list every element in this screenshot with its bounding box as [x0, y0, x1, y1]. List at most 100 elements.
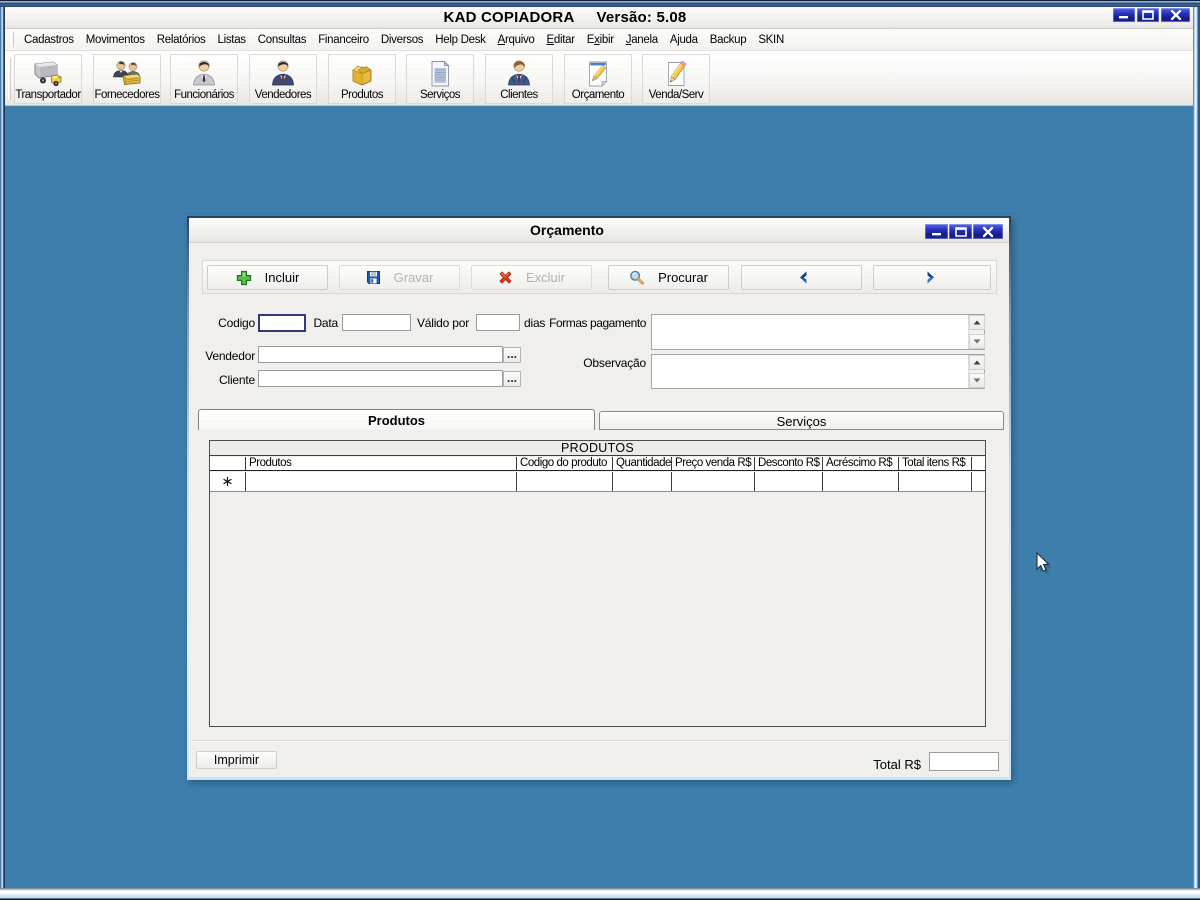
menu-listas[interactable]: Listas [212, 30, 252, 50]
imprimir-button[interactable]: Imprimir [196, 751, 277, 769]
box-icon [352, 65, 372, 86]
menu-ajuda[interactable]: Ajuda [664, 30, 704, 50]
action-panel: Incluir Gravar Excluir Procurar [202, 260, 997, 294]
procurar-label: Procurar [658, 270, 708, 285]
grid-new-row[interactable] [210, 472, 985, 492]
scroll-up-button[interactable] [969, 355, 985, 370]
grid-cell[interactable] [823, 472, 899, 491]
menu-skin[interactable]: SKIN [752, 30, 790, 50]
menu-relatorios[interactable]: Relatórios [151, 30, 212, 50]
new-record-marker [210, 472, 246, 491]
delete-x-icon [499, 271, 512, 284]
save-icon [366, 271, 380, 284]
plus-icon [236, 270, 251, 285]
menu-bar: Cadastros Movimentos Relatórios Listas C… [5, 29, 1193, 51]
grid-header-total-itens[interactable]: Total itens R$ [899, 457, 972, 470]
grid-header-filler [972, 457, 985, 470]
grid-header-acrescimo[interactable]: Acréscimo R$ [823, 457, 899, 470]
observacao-scrollbar [968, 355, 985, 388]
grid-cell[interactable] [672, 472, 755, 491]
menu-janela[interactable]: Janela [620, 30, 664, 50]
orcamento-title: Orçamento [530, 222, 604, 238]
grid-header-quantidade[interactable]: Quantidade [613, 457, 672, 470]
grid-cell[interactable] [246, 472, 517, 491]
window-frame-top [0, 0, 1200, 7]
tab-servicos[interactable]: Serviços [599, 411, 1004, 430]
suppliers-icon [113, 61, 141, 85]
tab-produtos[interactable]: Produtos [198, 409, 595, 430]
menu-exibir[interactable]: Exibir [581, 30, 620, 50]
arrow-right-icon [927, 271, 934, 284]
data-input[interactable] [342, 314, 411, 331]
asterisk-icon [223, 476, 232, 487]
scroll-down-icon [973, 378, 981, 383]
codigo-label: Codigo [218, 316, 255, 330]
menu-help-desk[interactable]: Help Desk [429, 30, 491, 50]
footer-divider [191, 740, 1007, 742]
menu-financeiro[interactable]: Financeiro [312, 30, 375, 50]
cliente-label: Cliente [219, 373, 255, 387]
grid-cell[interactable] [899, 472, 972, 491]
formas-pagamento-label: Formas pagamento [549, 316, 646, 330]
grid-cell[interactable] [517, 472, 613, 491]
excluir-label: Excluir [525, 270, 565, 285]
menu-editar[interactable]: Editar [541, 30, 581, 50]
incluir-button[interactable]: Incluir [207, 265, 328, 290]
scroll-up-button[interactable] [969, 315, 985, 330]
grid-cell[interactable] [755, 472, 823, 491]
maximize-button[interactable] [1137, 8, 1159, 22]
tab-produtos-label: Produtos [367, 413, 426, 428]
total-input[interactable] [929, 752, 999, 771]
maximize-icon [1142, 10, 1154, 20]
formas-pagamento-memo[interactable] [651, 314, 985, 350]
minimize-icon [931, 232, 941, 235]
orcamento-close-button[interactable] [973, 224, 1003, 239]
formas-pagamento-scrollbar [968, 315, 985, 349]
observacao-label: Observação [583, 356, 646, 370]
excluir-button[interactable]: Excluir [471, 265, 592, 290]
cliente-input[interactable] [258, 370, 503, 387]
menu-arquivo[interactable]: Arquivo [492, 30, 541, 50]
grid-header-preco-venda[interactable]: Preço venda R$ [672, 457, 755, 470]
gravar-label: Gravar [393, 270, 434, 285]
menu-diversos[interactable]: Diversos [375, 30, 429, 50]
app-version: Versão: 5.08 [596, 9, 687, 26]
quote-icon [589, 61, 608, 87]
orcamento-minimize-button[interactable] [925, 224, 948, 239]
grid-header-row: Produtos Codigo do produto Quantidade Pr… [210, 457, 985, 471]
toolbar: Transportador Fornecedores Funcionários … [5, 51, 1193, 106]
orcamento-window: Orçamento Incluir Gravar Excluir Procura… [187, 216, 1011, 780]
grid-header-codigo-produto[interactable]: Codigo do produto [517, 457, 613, 470]
grid-header-desconto[interactable]: Desconto R$ [755, 457, 823, 470]
anterior-button[interactable] [741, 265, 862, 290]
toolbar-vendedores-label: Vendedores [254, 89, 312, 101]
menu-backup[interactable]: Backup [704, 30, 753, 50]
grid-cell[interactable] [613, 472, 672, 491]
menu-movimentos[interactable]: Movimentos [80, 30, 151, 50]
scroll-down-icon [973, 339, 981, 344]
vendedor-input[interactable] [258, 346, 503, 363]
toolbar-orcamento-label: Orçamento [571, 89, 625, 101]
grid-header-produtos[interactable]: Produtos [246, 457, 517, 470]
close-icon [982, 226, 994, 237]
valido-por-input[interactable] [476, 314, 520, 331]
proximo-button[interactable] [873, 265, 991, 290]
cliente-lookup-button[interactable]: ... [503, 371, 521, 387]
observacao-memo[interactable] [651, 354, 985, 389]
pencil-icon [668, 60, 687, 86]
vendedor-lookup-button[interactable]: ... [503, 347, 521, 363]
orcamento-maximize-button[interactable] [949, 224, 972, 239]
scroll-down-button[interactable] [969, 334, 985, 349]
menu-cadastros[interactable]: Cadastros [18, 30, 80, 50]
gravar-button[interactable]: Gravar [339, 265, 460, 290]
mouse-cursor [1036, 551, 1052, 575]
close-button[interactable] [1161, 8, 1190, 22]
minimize-button[interactable] [1113, 8, 1135, 22]
menu-consultas[interactable]: Consultas [252, 30, 312, 50]
vendedor-label: Vendedor [205, 349, 255, 363]
orcamento-window-controls [925, 224, 1003, 239]
total-label: Total R$ [873, 757, 921, 772]
scroll-down-button[interactable] [969, 373, 985, 388]
procurar-button[interactable]: Procurar [608, 265, 729, 290]
toolbar-servicos-label: Serviços [419, 89, 461, 101]
